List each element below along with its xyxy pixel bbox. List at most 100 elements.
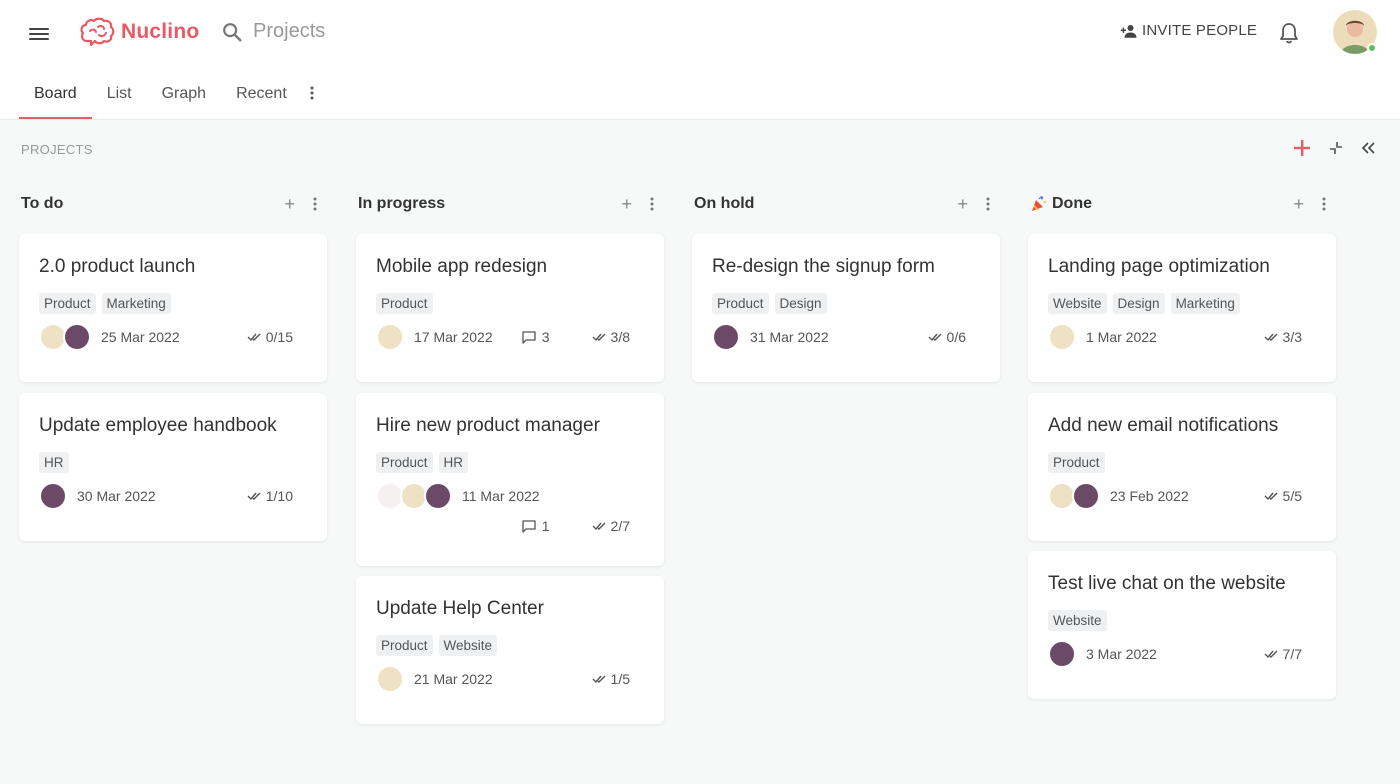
task-count: 3/3 (1282, 329, 1302, 345)
column-done: Done + Landing page optimization Website… (1028, 192, 1336, 699)
card-title: Update Help Center (376, 598, 544, 619)
card-title: Update employee handbook (39, 415, 277, 436)
card[interactable]: Landing page optimization Website Design… (1028, 234, 1336, 382)
tag[interactable]: Website (438, 635, 498, 656)
tag[interactable]: HR (39, 452, 69, 473)
column-to-do: To do + 2.0 product launch Product Marke… (19, 192, 327, 541)
more-vertical-icon[interactable] (313, 197, 317, 211)
more-vertical-icon[interactable] (1322, 197, 1326, 211)
top-bar: Nuclino Projects INVITE PEOPLE Board Lis… (0, 0, 1400, 120)
card[interactable]: Hire new product manager Product HR 11 M… (356, 393, 664, 566)
avatar (376, 323, 404, 351)
comment-count-badge: 3 (522, 329, 550, 345)
card[interactable]: Update employee handbook HR 30 Mar 2022 … (19, 393, 327, 541)
tag[interactable]: Product (712, 293, 769, 314)
avatar (712, 323, 740, 351)
column-title: Done (1052, 195, 1092, 212)
column-title: On hold (694, 195, 755, 212)
card-title: Mobile app redesign (376, 256, 548, 277)
board-actions (1292, 138, 1376, 158)
task-progress: 3/3 (1264, 329, 1316, 345)
task-progress: 7/7 (1264, 646, 1316, 662)
due-date: 11 Mar 2022 (462, 488, 540, 504)
double-chevron-left-icon[interactable] (1360, 140, 1376, 156)
task-count: 5/5 (1282, 488, 1302, 504)
avatar (1048, 323, 1076, 351)
card-title: Landing page optimization (1048, 256, 1270, 277)
task-count: 0/6 (946, 329, 966, 345)
invite-people-button[interactable]: INVITE PEOPLE (1120, 22, 1257, 39)
tab-board[interactable]: Board (19, 76, 92, 119)
card[interactable]: Test live chat on the website Website 3 … (1028, 551, 1336, 699)
card[interactable]: Update Help Center Product Website 21 Ma… (356, 576, 664, 724)
card[interactable]: Mobile app redesign Product 17 Mar 2022 … (356, 234, 664, 382)
party-popper-icon (1032, 195, 1047, 211)
task-progress: 1/5 (592, 671, 644, 687)
avatar (63, 323, 91, 351)
comment-count: 3 (541, 329, 550, 345)
avatar (1048, 640, 1076, 668)
card-title: Re-design the signup form (712, 256, 935, 277)
search-trigger[interactable]: Projects (221, 20, 325, 43)
collapse-icon[interactable] (1328, 140, 1344, 156)
card[interactable]: 2.0 product launch Product Marketing 25 … (19, 234, 327, 382)
tag[interactable]: Design (1112, 293, 1165, 314)
due-date: 30 Mar 2022 (77, 488, 156, 504)
due-date: 17 Mar 2022 (414, 329, 493, 345)
avatar (1072, 482, 1100, 510)
task-count: 2/7 (610, 518, 630, 534)
avatar (39, 482, 67, 510)
tag[interactable]: Marketing (1170, 293, 1240, 314)
tag[interactable]: Website (1048, 610, 1107, 631)
double-check-icon (592, 675, 606, 684)
plus-icon[interactable] (1292, 138, 1312, 158)
add-card-button[interactable]: + (621, 195, 632, 213)
more-vertical-icon[interactable] (650, 197, 654, 211)
card[interactable]: Add new email notifications Product 23 F… (1028, 393, 1336, 541)
tag[interactable]: Product (39, 293, 96, 314)
task-progress: 2/7 (592, 518, 644, 534)
column-on-hold: On hold + Re-design the signup form Prod… (692, 192, 1000, 382)
task-progress: 3/8 (592, 329, 644, 345)
task-count: 3/8 (610, 329, 630, 345)
add-card-button[interactable]: + (1293, 195, 1304, 213)
menu-icon[interactable] (29, 26, 49, 40)
tag[interactable]: Product (1048, 452, 1105, 473)
tag[interactable]: HR (438, 452, 469, 473)
card-title: Test live chat on the website (1048, 573, 1286, 594)
view-tabs: Board List Graph Recent (19, 76, 324, 119)
column-title-wrap: Done (1030, 195, 1092, 213)
tag[interactable]: Product (376, 293, 433, 314)
notifications-button[interactable] (1279, 22, 1299, 49)
tag[interactable]: Product (376, 452, 433, 473)
column-in-progress: In progress + Mobile app redesign Produc… (356, 192, 664, 724)
add-card-button[interactable]: + (284, 195, 295, 213)
tag[interactable]: Website (1048, 293, 1107, 314)
column-header: On hold + (692, 192, 1000, 216)
tag[interactable]: Marketing (101, 293, 171, 314)
tab-graph[interactable]: Graph (147, 76, 221, 119)
column-title: To do (21, 195, 64, 212)
column-header: To do + (19, 192, 327, 216)
task-count: 7/7 (1282, 646, 1302, 662)
app-logo[interactable]: Nuclino (79, 17, 199, 47)
task-count: 0/15 (265, 329, 293, 345)
tag[interactable]: Product (376, 635, 433, 656)
board-title: PROJECTS (21, 142, 93, 157)
due-date: 3 Mar 2022 (1086, 646, 1157, 662)
add-card-button[interactable]: + (957, 195, 968, 213)
due-date: 31 Mar 2022 (750, 329, 829, 345)
tab-list[interactable]: List (92, 76, 147, 119)
tabs-more-button[interactable] (302, 76, 324, 119)
tab-recent[interactable]: Recent (221, 76, 302, 119)
task-progress: 0/15 (247, 329, 307, 345)
column-header: Done + (1028, 192, 1336, 216)
avatar (424, 482, 452, 510)
card[interactable]: Re-design the signup form Product Design… (692, 234, 1000, 382)
due-date: 21 Mar 2022 (414, 671, 493, 687)
column-title: In progress (358, 195, 446, 212)
column-header: In progress + (356, 192, 664, 216)
avatar (376, 665, 404, 693)
more-vertical-icon[interactable] (986, 197, 990, 211)
tag[interactable]: Design (774, 293, 827, 314)
